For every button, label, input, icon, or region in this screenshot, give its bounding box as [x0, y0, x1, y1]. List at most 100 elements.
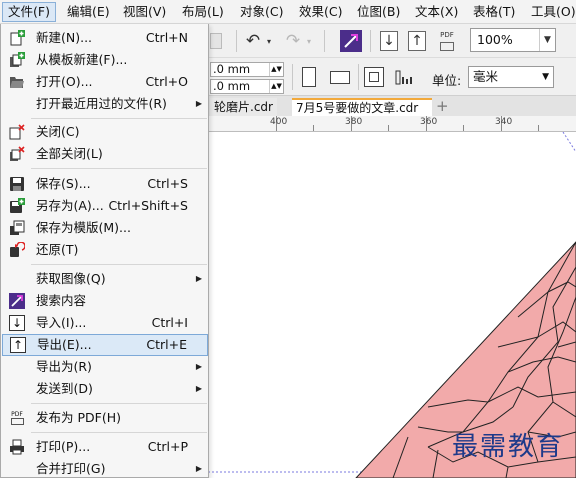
menu-effects[interactable]: 效果(C) [294, 2, 347, 22]
menu-item-close[interactable]: 关闭(C) [2, 121, 208, 143]
height-field[interactable]: .0 mm ▲▼ [210, 79, 284, 94]
menu-table[interactable]: 表格(T) [468, 2, 520, 22]
menu-item-send-to[interactable]: 发送到(D) ▶ [2, 378, 208, 400]
menu-layout[interactable]: 布局(L) [177, 2, 229, 22]
menu-item-label: 打印(P)... [36, 439, 91, 454]
menu-item-shortcut: Ctrl+I [151, 315, 188, 330]
close-all-icon [9, 146, 25, 162]
menu-item-label: 搜索内容 [36, 293, 87, 308]
toolbar-divider [358, 64, 359, 90]
submenu-arrow-icon: ▶ [195, 362, 202, 371]
export-icon[interactable]: ↑ [408, 31, 426, 51]
horizontal-ruler[interactable]: 400 380 360 340 [208, 116, 576, 132]
tab-document-1[interactable]: 轮磨片.cdr [210, 98, 277, 116]
menu-divider [31, 168, 207, 169]
menu-item-publish-pdf[interactable]: PDF 发布为 PDF(H) [2, 407, 208, 429]
menu-item-label: 还原(T) [36, 242, 79, 257]
toolbar-button-icon[interactable] [210, 33, 222, 49]
landscape-orientation-icon[interactable] [330, 71, 350, 84]
menu-item-revert[interactable]: 还原(T) [2, 239, 208, 261]
document-tabs: 轮磨片.cdr 7月5号要做的文章.cdr + [208, 96, 576, 116]
menu-item-label: 从模板新建(F)... [36, 52, 128, 67]
all-pages-icon[interactable] [364, 67, 384, 87]
submenu-arrow-icon: ▶ [195, 99, 202, 108]
menu-item-open[interactable]: 打开(O)... Ctrl+O [2, 71, 208, 93]
undo-icon[interactable]: ↶ [242, 31, 264, 51]
menu-item-search-content[interactable]: 搜索内容 [2, 290, 208, 312]
ruler-label: 340 [495, 117, 513, 127]
toolbar-divider [292, 64, 293, 90]
menu-item-shortcut: Ctrl+P [147, 439, 188, 454]
chevron-down-icon[interactable]: ▼ [542, 67, 549, 87]
close-document-icon [9, 124, 25, 140]
toolbar-divider [370, 30, 371, 52]
menu-item-acquire-image[interactable]: 获取图像(Q) ▶ [2, 268, 208, 290]
menu-view[interactable]: 视图(V) [118, 2, 171, 22]
menu-item-print[interactable]: 打印(P)... Ctrl+P [2, 436, 208, 458]
menu-item-print-merge[interactable]: 合并打印(G) ▶ [2, 458, 208, 478]
submenu-arrow-icon: ▶ [195, 384, 202, 393]
submenu-arrow-icon: ▶ [195, 464, 202, 473]
publish-pdf-icon[interactable]: PDF [436, 29, 458, 53]
menu-item-label: 关闭(C) [36, 124, 80, 139]
menu-bar: 文件(F) 编辑(E) 视图(V) 布局(L) 对象(C) 效果(C) 位图(B… [0, 0, 576, 24]
menu-item-shortcut: Ctrl+O [145, 74, 188, 89]
menu-item-export-as[interactable]: 导出为(R) ▶ [2, 356, 208, 378]
submenu-arrow-icon: ▶ [195, 274, 202, 283]
tab-document-2[interactable]: 7月5号要做的文章.cdr [292, 98, 432, 116]
page-layout-icon[interactable] [394, 67, 414, 87]
file-menu-dropdown: 新建(N)... Ctrl+N 从模板新建(F)... 打开(O)... Ctr… [0, 24, 209, 478]
zoom-level-select[interactable]: 100% ▼ [470, 28, 556, 52]
menu-file[interactable]: 文件(F) [2, 2, 56, 22]
spin-arrows-icon[interactable]: ▲▼ [269, 63, 283, 76]
menu-tools[interactable]: 工具(O) [526, 2, 576, 22]
menu-item-label: 获取图像(Q) [36, 271, 106, 286]
menu-item-new-from-template[interactable]: 从模板新建(F)... [2, 49, 208, 71]
menu-item-import[interactable]: ↓ 导入(I)... Ctrl+I [2, 312, 208, 334]
watermark: 最需教育 [452, 432, 565, 462]
menu-edit[interactable]: 编辑(E) [62, 2, 115, 22]
width-field[interactable]: .0 mm ▲▼ [210, 62, 284, 77]
menu-item-save-as[interactable]: 另存为(A)... Ctrl+Shift+S [2, 195, 208, 217]
menu-item-shortcut: Ctrl+S [147, 176, 188, 191]
ruler-label: 360 [420, 117, 438, 127]
search-content-icon [9, 293, 25, 309]
menu-item-label: 打开最近用过的文件(R) [36, 96, 167, 111]
menu-item-label: 保存为模版(M)... [36, 220, 131, 235]
standard-toolbar: ↶ ▾ ↷ ▾ ↓ ↑ PDF 100% ▼ [208, 24, 576, 58]
add-tab-icon[interactable]: + [436, 98, 449, 114]
redo-dropdown-icon: ▾ [306, 36, 311, 46]
menu-item-label: 打开(O)... [36, 74, 93, 89]
menu-item-label: 导入(I)... [36, 315, 87, 330]
menu-item-open-recent[interactable]: 打开最近用过的文件(R) ▶ [2, 93, 208, 115]
save-template-icon [9, 220, 25, 236]
menu-item-shortcut: Ctrl+N [145, 30, 188, 45]
import-icon[interactable]: ↓ [380, 31, 398, 51]
menu-text[interactable]: 文本(X) [410, 2, 463, 22]
unit-select[interactable]: 毫米 ▼ [468, 66, 554, 88]
menu-item-close-all[interactable]: 全部关闭(L) [2, 143, 208, 165]
menu-object[interactable]: 对象(C) [235, 2, 288, 22]
ruler-tick [313, 125, 314, 131]
menu-item-new[interactable]: 新建(N)... Ctrl+N [2, 27, 208, 49]
height-value: .0 mm [213, 79, 251, 93]
save-as-icon [9, 198, 25, 214]
spin-arrows-icon[interactable]: ▲▼ [269, 80, 283, 93]
menu-item-export[interactable]: ↑ 导出(E)... Ctrl+E [2, 334, 208, 356]
ruler-tick [463, 125, 464, 131]
revert-icon [9, 242, 25, 258]
menu-divider [31, 118, 207, 119]
menu-bitmaps[interactable]: 位图(B) [352, 2, 405, 22]
undo-dropdown-icon[interactable]: ▾ [264, 33, 274, 49]
search-content-icon[interactable] [340, 30, 362, 52]
menu-item-save-as-template[interactable]: 保存为模版(M)... [2, 217, 208, 239]
portrait-orientation-icon[interactable] [302, 67, 316, 87]
ruler-tick [538, 125, 539, 131]
menu-item-save[interactable]: 保存(S)... Ctrl+S [2, 173, 208, 195]
unit-label: 单位: [432, 73, 462, 88]
redo-icon: ↷ [285, 31, 301, 51]
pdf-icon-text: PDF [11, 411, 23, 418]
chevron-down-icon[interactable]: ▼ [539, 29, 555, 51]
zoom-value: 100% [477, 32, 513, 47]
ruler-label: 380 [345, 117, 363, 127]
